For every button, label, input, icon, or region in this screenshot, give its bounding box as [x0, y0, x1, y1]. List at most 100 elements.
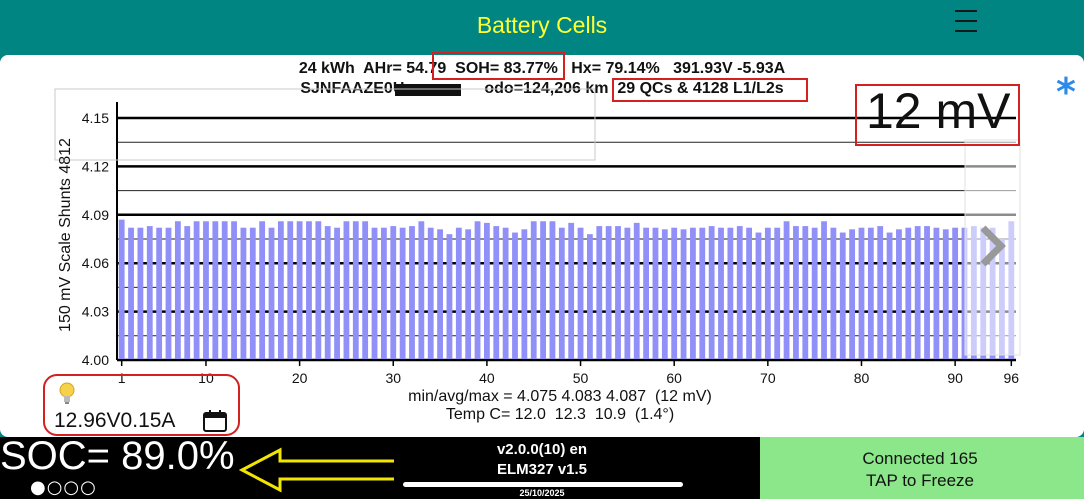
x-tick-label: 60 — [666, 370, 682, 386]
cell-bar — [455, 227, 462, 360]
cell-bar — [933, 227, 940, 360]
cell-bar — [193, 221, 200, 360]
cell-bar — [680, 229, 687, 360]
cell-bar — [277, 221, 284, 360]
cell-bar — [596, 226, 603, 360]
cell-bar — [146, 226, 153, 360]
cell-bar — [483, 222, 490, 360]
cell-bar — [727, 227, 734, 360]
cell-bar — [165, 227, 172, 360]
cell-bar — [465, 229, 472, 360]
cell-bar — [755, 232, 762, 360]
scroll-overlay — [964, 139, 1021, 356]
x-tick-label: 80 — [854, 370, 870, 386]
cell-bar — [371, 227, 378, 360]
cell-bar — [474, 221, 481, 360]
cell-bar — [296, 221, 303, 360]
cell-bar — [306, 221, 312, 360]
cell-bar — [633, 222, 640, 360]
cell-bar — [315, 221, 322, 360]
cell-bar — [867, 227, 874, 360]
y-tick-label: 4.06 — [82, 255, 109, 271]
cell-bar — [661, 229, 668, 360]
cell-bar — [409, 226, 415, 360]
cell-bar — [437, 229, 443, 360]
cell-bar — [352, 221, 359, 360]
x-tick-label: 40 — [479, 370, 495, 386]
cell-bar — [521, 229, 528, 360]
cell-bar — [643, 227, 650, 360]
y-axis-label: 150 mV Scale Shunts 4812 — [57, 138, 74, 332]
cell-bar — [502, 227, 509, 360]
temperature: Temp C= 12.0 12.3 10.9 (1.4°) — [445, 406, 675, 423]
cell-bar — [905, 227, 912, 360]
cell-bar — [203, 221, 209, 360]
cell-bar — [896, 229, 902, 360]
min-avg-max: min/avg/max = 4.075 4.083 4.087 (12 mV) — [408, 388, 712, 405]
cell-bar — [699, 227, 706, 360]
cell-bar — [446, 234, 453, 360]
cell-bar — [380, 227, 387, 360]
page-dots[interactable]: ●○○○ — [30, 477, 97, 498]
y-tick-label: 4.15 — [82, 110, 109, 126]
cell-bar — [324, 226, 331, 360]
freeze-label[interactable]: TAP to Freeze — [760, 471, 1080, 491]
cell-bar — [605, 226, 612, 360]
app-version: v2.0.0(10) en — [496, 441, 588, 458]
cell-bar — [718, 227, 724, 360]
cell-bar — [156, 227, 163, 360]
cell-bar — [558, 227, 565, 360]
cell-bar — [568, 222, 575, 360]
cell-bar — [137, 227, 144, 360]
x-tick-label: 70 — [760, 370, 776, 386]
cell-bar — [174, 221, 181, 360]
cell-bar — [783, 221, 790, 360]
aux-battery-reading: 12.96V0.15A — [54, 409, 176, 432]
cell-bar — [287, 221, 294, 360]
cell-bar — [399, 227, 406, 360]
cell-bar — [530, 221, 537, 360]
cell-bar — [690, 227, 696, 360]
cell-bar — [221, 221, 228, 360]
cell-bar — [886, 232, 893, 360]
arrow-annotation — [238, 447, 410, 493]
build-date: 25/10/2025 — [519, 488, 565, 498]
adapter-version: ELM327 v1.5 — [496, 461, 588, 478]
cell-bar — [877, 226, 884, 360]
cell-bar — [652, 227, 659, 360]
y-tick-label: 4.00 — [82, 352, 109, 368]
legend-box — [54, 88, 596, 161]
cell-bar — [427, 227, 434, 360]
cell-bar — [540, 221, 546, 360]
cell-bar — [849, 229, 856, 360]
cell-bar — [418, 221, 425, 360]
cell-bar — [268, 227, 275, 360]
connection-status[interactable]: Connected 165 — [760, 449, 1080, 469]
cell-bar — [184, 226, 191, 360]
cell-bar — [624, 227, 631, 360]
cell-bar — [343, 221, 350, 360]
cell-bar — [952, 227, 959, 360]
cell-bar — [671, 227, 678, 360]
cell-bar — [212, 221, 219, 360]
cell-bar — [240, 227, 247, 360]
cell-bar — [493, 226, 500, 360]
x-tick-label: 90 — [947, 370, 963, 386]
cell-bar — [708, 226, 715, 360]
home-indicator[interactable] — [403, 482, 683, 487]
cell-bar — [774, 227, 781, 360]
cell-bar — [793, 226, 799, 360]
x-tick-label: 30 — [385, 370, 401, 386]
cell-bar — [334, 227, 340, 360]
mv-scale-label[interactable]: 12 mV — [866, 82, 1011, 140]
cell-bar — [615, 226, 621, 360]
x-tick-label: 20 — [292, 370, 308, 386]
cell-bar — [764, 227, 771, 360]
cell-bar — [830, 227, 837, 360]
cell-bar — [128, 227, 134, 360]
lightbulb-icon — [59, 382, 75, 404]
cell-bar — [577, 227, 584, 360]
cell-bar — [259, 221, 266, 360]
cell-bar — [924, 226, 930, 360]
calendar-icon[interactable] — [202, 409, 228, 433]
